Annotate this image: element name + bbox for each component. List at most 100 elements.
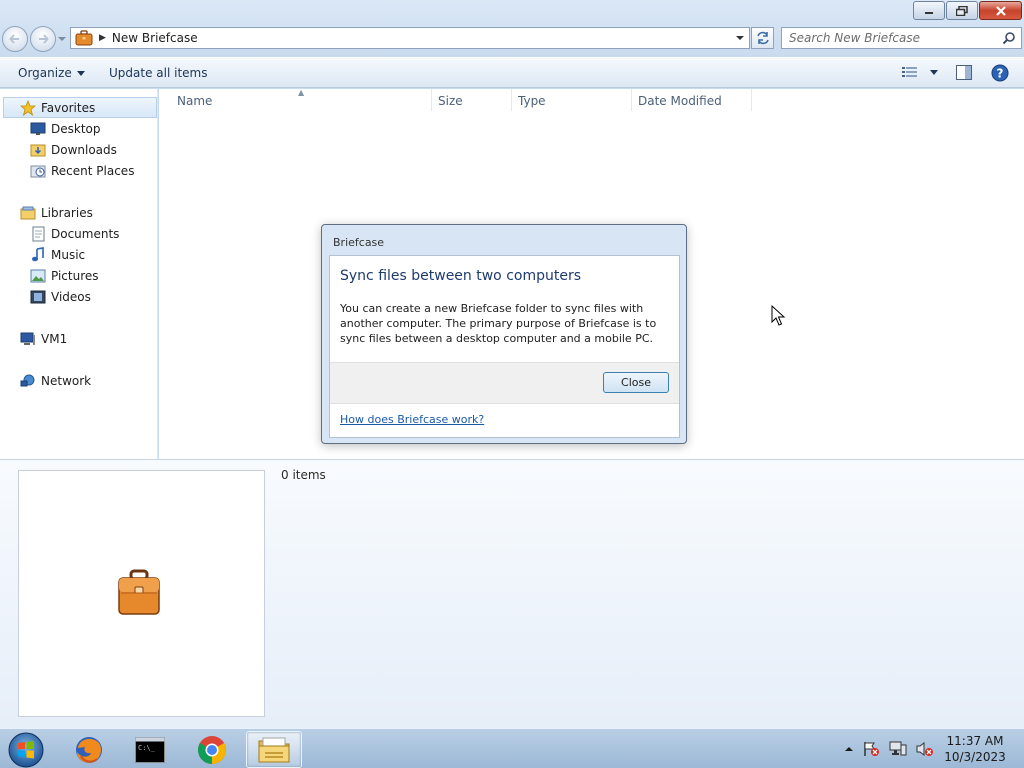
column-divider[interactable] bbox=[751, 89, 752, 111]
nav-item-downloads-label: Downloads bbox=[51, 142, 117, 157]
nav-item-recent-places[interactable]: Recent Places bbox=[30, 160, 134, 181]
refresh-icon bbox=[756, 31, 769, 45]
column-header-type[interactable]: Type bbox=[518, 94, 546, 108]
taskbar: C:\_ 11:37 AM 10/3/2023 bbox=[0, 728, 1024, 768]
dialog-body: Sync files between two computers You can… bbox=[329, 255, 680, 438]
help-link[interactable]: How does Briefcase work? bbox=[340, 413, 484, 426]
nav-favorites[interactable]: Favorites bbox=[3, 97, 157, 118]
libraries-icon bbox=[20, 206, 36, 219]
nav-item-downloads[interactable]: Downloads bbox=[30, 139, 117, 160]
briefcase-icon bbox=[75, 30, 93, 46]
organize-label: Organize bbox=[18, 66, 72, 80]
nav-item-videos[interactable]: Videos bbox=[30, 286, 91, 307]
recent-pages-chevron-icon[interactable] bbox=[57, 34, 67, 44]
nav-item-desktop[interactable]: Desktop bbox=[30, 118, 101, 139]
nav-item-videos-label: Videos bbox=[51, 289, 91, 304]
organize-chevron-icon bbox=[76, 71, 85, 76]
nav-item-music-label: Music bbox=[51, 247, 86, 262]
view-options-chevron-icon[interactable] bbox=[930, 69, 938, 75]
network-icon bbox=[20, 374, 35, 386]
clock-time: 11:37 AM bbox=[946, 734, 1004, 748]
change-view-button[interactable] bbox=[902, 66, 938, 78]
breadcrumb-current[interactable]: New Briefcase bbox=[112, 31, 198, 45]
sort-ascending-icon: ▲ bbox=[298, 88, 305, 97]
taskbar-chrome[interactable] bbox=[184, 731, 240, 768]
system-tray bbox=[845, 741, 934, 757]
videos-icon bbox=[30, 290, 46, 303]
mouse-cursor-icon bbox=[771, 305, 786, 326]
update-all-items-button[interactable]: Update all items bbox=[109, 66, 207, 80]
firefox-icon bbox=[76, 736, 102, 763]
taskbar-firefox[interactable] bbox=[61, 731, 117, 768]
dialog-close-button[interactable]: Close bbox=[603, 372, 669, 393]
start-button-windows-icon[interactable] bbox=[7, 731, 45, 768]
nav-network[interactable]: Network bbox=[20, 370, 91, 391]
caption-buttons bbox=[912, 1, 1022, 20]
minimize-button[interactable] bbox=[913, 1, 945, 20]
svg-text:?: ? bbox=[997, 67, 1004, 81]
search-input[interactable] bbox=[789, 31, 999, 45]
nav-item-documents[interactable]: Documents bbox=[30, 223, 119, 244]
nav-network-label: Network bbox=[41, 373, 92, 388]
column-header-size[interactable]: Size bbox=[438, 94, 463, 108]
restore-icon bbox=[956, 5, 968, 16]
nav-libraries-label: Libraries bbox=[41, 205, 93, 220]
favorites-star-icon bbox=[20, 99, 36, 116]
details-view-icon bbox=[902, 67, 917, 77]
command-prompt-icon: C:\_ bbox=[135, 736, 165, 763]
taskbar-windows-explorer[interactable] bbox=[246, 731, 302, 768]
explorer-window: ▶ New Briefcase Organize Update al bbox=[0, 0, 1024, 728]
nav-item-recent-places-label: Recent Places bbox=[51, 163, 135, 178]
address-bar[interactable]: ▶ New Briefcase bbox=[70, 27, 750, 49]
preview-pane-button[interactable] bbox=[956, 65, 972, 83]
svg-text:C:\_: C:\_ bbox=[138, 744, 156, 752]
search-icon[interactable] bbox=[1002, 31, 1016, 45]
item-count: 0 items bbox=[281, 468, 326, 482]
action-center-flag-icon[interactable] bbox=[862, 741, 880, 757]
details-pane: 0 items bbox=[0, 459, 1024, 728]
briefcase-large-icon bbox=[118, 569, 160, 615]
windows-explorer-folder-icon bbox=[258, 737, 290, 762]
navigation-pane: Favorites Desktop Downloads Recent Place… bbox=[0, 89, 158, 459]
update-all-items-label: Update all items bbox=[109, 66, 208, 80]
downloads-folder-icon bbox=[30, 144, 46, 156]
nav-item-desktop-label: Desktop bbox=[51, 121, 101, 136]
back-button[interactable] bbox=[2, 26, 28, 52]
organize-button[interactable]: Organize bbox=[18, 66, 85, 80]
clock-date: 10/3/2023 bbox=[944, 750, 1006, 764]
network-status-icon[interactable] bbox=[889, 741, 907, 757]
column-divider[interactable] bbox=[431, 89, 432, 111]
folder-thumbnail bbox=[18, 470, 265, 717]
pictures-icon bbox=[30, 269, 46, 282]
nav-item-music[interactable]: Music bbox=[30, 244, 85, 265]
column-divider[interactable] bbox=[631, 89, 632, 111]
show-hidden-icons-icon[interactable] bbox=[845, 745, 853, 753]
volume-muted-icon[interactable] bbox=[916, 741, 934, 757]
taskbar-clock[interactable]: 11:37 AM 10/3/2023 bbox=[940, 733, 1010, 765]
nav-libraries[interactable]: Libraries bbox=[20, 202, 93, 223]
nav-item-pictures[interactable]: Pictures bbox=[30, 265, 99, 286]
nav-item-pictures-label: Pictures bbox=[51, 268, 99, 283]
column-header-name[interactable]: Name bbox=[177, 94, 212, 108]
address-dropdown-chevron-icon[interactable] bbox=[735, 33, 745, 43]
briefcase-dialog: Briefcase Sync files between two compute… bbox=[321, 224, 687, 444]
close-window-button[interactable] bbox=[979, 1, 1022, 20]
taskbar-command-prompt[interactable]: C:\_ bbox=[122, 731, 178, 768]
nav-computer[interactable]: VM1 bbox=[20, 328, 67, 349]
column-divider[interactable] bbox=[511, 89, 512, 111]
forward-button[interactable] bbox=[30, 26, 56, 52]
restore-button[interactable] bbox=[946, 1, 978, 20]
back-arrow-icon bbox=[9, 34, 19, 44]
navigation-bar: ▶ New Briefcase bbox=[0, 24, 1024, 52]
close-icon bbox=[995, 5, 1006, 16]
help-icon: ? bbox=[991, 64, 1009, 82]
documents-icon bbox=[32, 226, 45, 241]
column-header-date-modified[interactable]: Date Modified bbox=[638, 94, 722, 108]
breadcrumb-separator-icon[interactable]: ▶ bbox=[99, 33, 106, 43]
dialog-button-area: Close bbox=[330, 362, 679, 404]
refresh-button[interactable] bbox=[751, 27, 774, 49]
music-note-icon bbox=[32, 246, 44, 261]
search-box[interactable] bbox=[781, 27, 1022, 49]
help-button[interactable]: ? bbox=[991, 64, 1009, 85]
dialog-message: You can create a new Briefcase folder to… bbox=[340, 302, 657, 345]
